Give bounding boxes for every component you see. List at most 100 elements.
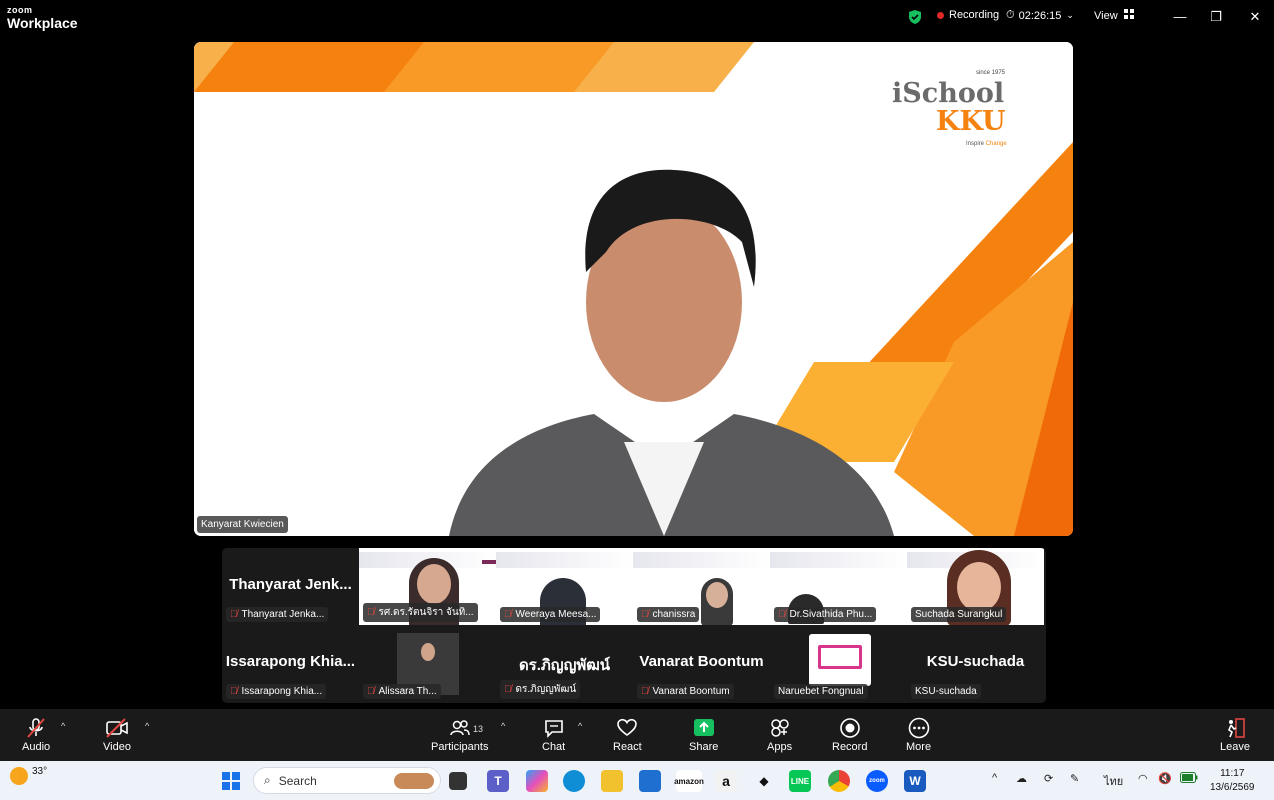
participants-count: 13 (473, 724, 484, 734)
dropbox-icon[interactable]: ◆ (753, 770, 775, 792)
edge-icon[interactable] (563, 770, 585, 792)
restore-icon[interactable]: ❐ (1206, 9, 1226, 25)
leave-button[interactable]: Leave (1220, 715, 1250, 753)
recording-dot-icon (937, 11, 944, 19)
apps-button[interactable]: Apps (767, 715, 792, 753)
participant-tile[interactable]: 🎙̸ รศ.ดร.รัตนจิรา จันทิ... (359, 548, 496, 625)
react-button[interactable]: React (613, 715, 642, 753)
participants-label: Participants (431, 741, 489, 753)
participant-tile[interactable]: 🎙̸ Dr.Sivathida Phu... (770, 548, 907, 625)
wifi-icon[interactable]: ◠ (1138, 772, 1148, 785)
zoom-app-icon[interactable]: zoom (866, 770, 888, 792)
video-options-caret[interactable]: ^ (145, 721, 149, 731)
participant-name: Dr.Sivathida Phu... (789, 609, 873, 620)
line-app-icon[interactable]: LINE (789, 770, 811, 792)
record-button[interactable]: Record (832, 715, 867, 753)
cloud-sync-icon[interactable]: ☁ (1016, 772, 1027, 785)
participant-tile[interactable]: KSU-suchada KSU-suchada (907, 625, 1044, 702)
audio-options-caret[interactable]: ^ (61, 721, 65, 731)
temperature: 33° (32, 765, 48, 777)
slide-header (496, 552, 633, 568)
share-button[interactable]: Share (689, 715, 718, 753)
leave-label: Leave (1220, 741, 1250, 753)
participant-big-name: Thanyarat Jenk... (229, 576, 352, 593)
participant-face (421, 643, 435, 661)
record-label: Record (832, 741, 868, 753)
avatar-logo-mark (818, 645, 862, 669)
amazon-icon[interactable]: a (715, 770, 737, 792)
more-button[interactable]: More (906, 715, 931, 753)
participant-tile[interactable]: ดร.ภิญญพัฒน์ 🎙̸ ดร.ภิญญพัฒน์ (496, 625, 633, 702)
taskbar-search[interactable]: ⌕ Search (253, 767, 441, 794)
participant-tile[interactable]: 🎙̸ Alissara Th... (359, 625, 496, 702)
participant-tile[interactable]: 🎙̸ chanissra (633, 548, 770, 625)
participants-button[interactable]: Participants (431, 715, 488, 753)
participant-label: 🎙̸ Weeraya Meesa... (500, 607, 601, 622)
participant-label: Naruebet Fongnual (774, 684, 868, 699)
system-clock[interactable]: 11:17 13/6/2569 (1210, 767, 1255, 795)
meeting-timer[interactable]: ⏱ 02:26:15 ⌄ (1006, 9, 1074, 22)
chat-button[interactable]: Chat (542, 715, 565, 753)
participant-label: 🎙̸ Vanarat Boontum (637, 684, 734, 699)
participant-label: 🎙̸ ดร.ภิญญพัฒน์ (500, 680, 581, 699)
minimize-icon[interactable]: — (1170, 9, 1190, 24)
mic-muted-icon: 🎙̸ (778, 609, 786, 620)
amazon-shop-icon[interactable]: amazon (674, 770, 704, 792)
file-explorer-icon[interactable] (601, 770, 623, 792)
microsoft-store-icon[interactable] (639, 770, 661, 792)
copilot-icon[interactable] (526, 770, 548, 792)
participant-name: KSU-suchada (915, 686, 977, 697)
chrome-icon[interactable] (828, 770, 850, 792)
pen-icon[interactable]: ✎ (1070, 772, 1079, 785)
share-label: Share (689, 741, 719, 753)
video-label: Video (103, 741, 131, 753)
tray-overflow-icon[interactable]: ^ (992, 772, 997, 784)
battery-icon[interactable] (1180, 772, 1198, 786)
clock-date: 13/6/2569 (1210, 782, 1255, 793)
windows-start-icon[interactable] (220, 770, 242, 792)
audio-button[interactable]: Audio (22, 715, 50, 753)
banner-kku-text: KKU (936, 106, 1006, 137)
recording-indicator[interactable]: Recording (937, 9, 999, 21)
chat-options-caret[interactable]: ^ (578, 721, 582, 731)
view-label: View (1094, 10, 1118, 22)
participants-options-caret[interactable]: ^ (501, 721, 505, 731)
participant-label: 🎙̸ รศ.ดร.รัตนจิรา จันทิ... (363, 603, 478, 622)
mic-muted-icon: 🎙̸ (230, 686, 238, 697)
weather-widget[interactable]: 33° (10, 765, 48, 785)
mic-muted-icon: 🎙̸ (367, 686, 375, 697)
participant-tile[interactable]: Vanarat Boontum 🎙̸ Vanarat Boontum (633, 625, 770, 702)
volume-muted-icon[interactable]: 🔇 (1158, 772, 1172, 785)
windows-taskbar: 33° ⌕ Search T amazon a ◆ LINE zoom W ^ … (0, 761, 1274, 800)
video-button[interactable]: Video (103, 715, 131, 753)
task-view-icon[interactable] (449, 772, 467, 790)
slide-header (770, 552, 907, 568)
shield-check-icon[interactable] (907, 9, 923, 25)
participant-name: Vanarat Boontum (652, 686, 730, 697)
participant-tile[interactable]: Thanyarat Jenk... 🎙̸ Thanyarat Jenka... (222, 548, 359, 625)
banner-tagline: Inspire Change (966, 141, 1007, 147)
clock-time: 11:17 (1220, 768, 1245, 779)
participant-tile[interactable]: Issarapong Khia... 🎙̸ Issarapong Khia... (222, 625, 359, 702)
word-icon[interactable]: W (904, 770, 926, 792)
active-speaker-video[interactable]: since 1975 iSchool KKU Inspire Change Ka… (194, 42, 1073, 536)
gallery-strip: Thanyarat Jenk... 🎙̸ Thanyarat Jenka... 🎙… (222, 548, 1046, 703)
grid-icon (1123, 9, 1135, 23)
chevron-down-icon: ⌄ (1066, 10, 1074, 20)
mic-muted-icon: 🎙̸ (641, 686, 649, 697)
participant-tile[interactable]: Naruebet Fongnual (770, 625, 907, 702)
view-button[interactable]: View (1094, 9, 1135, 23)
language-indicator[interactable]: ไทย (1104, 772, 1123, 790)
participant-big-name: Issarapong Khia... (225, 653, 356, 670)
participant-tile[interactable]: Suchada Surangkul (907, 548, 1044, 625)
participant-tile[interactable]: 🎙̸ Weeraya Meesa... (496, 548, 633, 625)
mic-muted-icon: 🎙̸ (230, 609, 238, 620)
record-icon (839, 715, 861, 741)
recording-label: Recording (949, 9, 1000, 21)
close-icon[interactable]: ✕ (1245, 9, 1265, 25)
chat-label: Chat (542, 741, 566, 753)
teams-icon[interactable]: T (487, 770, 509, 792)
participant-label: 🎙̸ Dr.Sivathida Phu... (774, 607, 877, 622)
refresh-icon[interactable]: ⟳ (1044, 772, 1053, 785)
participant-name: Thanyarat Jenka... (241, 609, 325, 620)
